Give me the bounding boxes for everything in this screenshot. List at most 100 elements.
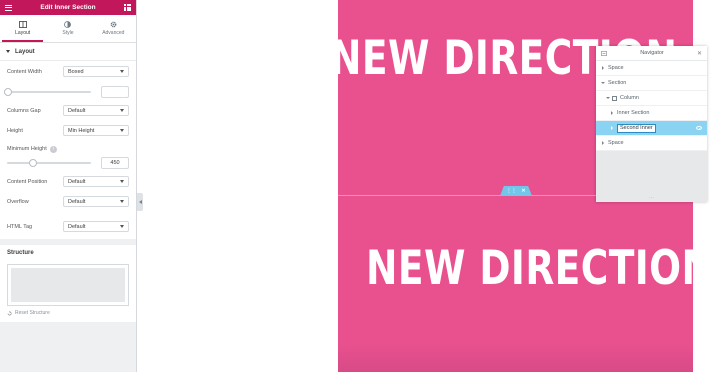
nav-item-column[interactable]: Column bbox=[596, 91, 707, 106]
html-tag-value: Default bbox=[68, 223, 86, 230]
width-slider-handle[interactable] bbox=[4, 87, 12, 96]
section-close-icon[interactable]: ✕ bbox=[521, 188, 525, 194]
content-position-value: Default bbox=[68, 178, 86, 185]
nav-item-inner-section[interactable]: Inner Section bbox=[596, 106, 707, 121]
navigator-tree: Space Section Column Inner Section Secon… bbox=[596, 61, 707, 151]
layout-icon bbox=[18, 21, 27, 28]
layout-section-toggle[interactable]: Layout bbox=[0, 43, 136, 61]
collapse-icon[interactable] bbox=[599, 82, 607, 84]
reset-icon bbox=[7, 310, 12, 315]
headline-bottom[interactable]: NEW DIRECTION bbox=[366, 241, 713, 296]
style-icon bbox=[64, 21, 72, 28]
panel-collapse-handle[interactable] bbox=[137, 193, 143, 211]
nav-item-label: Inner Section bbox=[617, 110, 650, 116]
min-height-slider-handle[interactable] bbox=[29, 158, 37, 167]
columns-gap-value: Default bbox=[68, 107, 86, 114]
min-height-input[interactable]: 450 bbox=[101, 156, 129, 169]
html-tag-label: HTML Tag bbox=[7, 223, 33, 230]
height-label: Height bbox=[7, 127, 23, 134]
min-height-label: Minimum Height bbox=[7, 146, 47, 152]
height-row: Height Min Height bbox=[7, 124, 129, 137]
expand-icon[interactable] bbox=[599, 66, 607, 70]
caret-down-icon bbox=[6, 50, 10, 53]
resize-grip-icon[interactable]: ⋯ bbox=[649, 195, 654, 201]
width-input[interactable] bbox=[101, 85, 129, 98]
reset-structure-label: Reset Structure bbox=[15, 310, 50, 316]
expand-icon[interactable] bbox=[599, 141, 607, 145]
min-height-slider[interactable] bbox=[7, 158, 91, 167]
collapse-icon[interactable] bbox=[604, 97, 612, 99]
gear-icon bbox=[109, 21, 117, 28]
layout-controls: Content Width Boxed Columns Gap Default … bbox=[0, 61, 136, 239]
tab-advanced-label: Advanced bbox=[102, 30, 125, 36]
chevron-down-icon bbox=[120, 180, 124, 183]
tab-layout-label: Layout bbox=[15, 30, 31, 36]
expand-icon[interactable] bbox=[608, 126, 616, 130]
html-tag-row: HTML Tag Default bbox=[7, 220, 129, 233]
eye-icon[interactable] bbox=[696, 126, 702, 130]
min-height-label-row: Minimum Height i bbox=[7, 144, 129, 154]
tab-advanced[interactable]: Advanced bbox=[91, 15, 136, 42]
nav-item-section[interactable]: Section bbox=[596, 76, 707, 91]
overflow-value: Default bbox=[68, 198, 86, 205]
width-slider[interactable] bbox=[4, 87, 91, 96]
panel-title: Edit Inner Section bbox=[40, 4, 96, 11]
section-drag-icon[interactable]: ⋮⋮ bbox=[506, 188, 516, 194]
chevron-down-icon bbox=[120, 225, 124, 228]
column-icon bbox=[612, 95, 617, 101]
canvas-bottom-shade bbox=[338, 345, 693, 372]
overflow-row: Overflow Default bbox=[7, 195, 129, 208]
tab-style[interactable]: Style bbox=[45, 15, 90, 42]
structure-title: Structure bbox=[7, 250, 34, 256]
navigator-panel: Navigator ✕ Space Section Column Inner S… bbox=[596, 46, 707, 202]
structure-preview[interactable] bbox=[7, 264, 129, 306]
panel-tabs: Layout Style Advanced bbox=[0, 15, 136, 43]
navigator-header[interactable]: Navigator ✕ bbox=[596, 46, 707, 61]
structure-preview-column bbox=[11, 268, 125, 302]
chevron-down-icon bbox=[120, 200, 124, 203]
nav-item-label: Column bbox=[620, 95, 639, 101]
nav-item-second-inner[interactable]: Second Inner bbox=[596, 121, 707, 136]
chevron-down-icon bbox=[120, 109, 124, 112]
nav-item-space[interactable]: Space bbox=[596, 61, 707, 76]
editor-panel: Edit Inner Section Layout Style Advanced… bbox=[0, 0, 137, 372]
html-tag-select[interactable]: Default bbox=[63, 221, 129, 232]
nav-item-label: Space bbox=[608, 140, 624, 146]
content-position-select[interactable]: Default bbox=[63, 176, 129, 187]
content-width-select[interactable]: Boxed bbox=[63, 66, 129, 77]
widgets-grid-icon[interactable] bbox=[124, 4, 131, 11]
overflow-select[interactable]: Default bbox=[63, 196, 129, 207]
chevron-down-icon bbox=[120, 70, 124, 73]
content-position-label: Content Position bbox=[7, 178, 48, 185]
content-width-row: Content Width Boxed bbox=[7, 65, 129, 78]
content-width-value: Boxed bbox=[68, 68, 84, 75]
nav-item-rename-input[interactable]: Second Inner bbox=[617, 123, 656, 133]
tab-layout[interactable]: Layout bbox=[0, 15, 45, 42]
content-position-row: Content Position Default bbox=[7, 175, 129, 188]
chevron-left-icon bbox=[138, 200, 142, 204]
overflow-label: Overflow bbox=[7, 198, 29, 205]
info-icon[interactable]: i bbox=[49, 145, 57, 153]
nav-item-space-2[interactable]: Space bbox=[596, 136, 707, 151]
hamburger-menu-icon[interactable] bbox=[5, 4, 12, 11]
width-slider-row bbox=[4, 85, 129, 98]
close-icon[interactable]: ✕ bbox=[697, 50, 702, 57]
content-width-label: Content Width bbox=[7, 68, 42, 75]
columns-gap-row: Columns Gap Default bbox=[7, 104, 129, 117]
panel-header: Edit Inner Section bbox=[0, 0, 136, 15]
expand-icon[interactable] bbox=[608, 111, 616, 115]
navigator-title: Navigator bbox=[640, 50, 664, 56]
columns-gap-select[interactable]: Default bbox=[63, 105, 129, 116]
tab-style-label: Style bbox=[62, 30, 74, 36]
layout-section-title: Layout bbox=[15, 48, 35, 55]
nav-item-label: Space bbox=[608, 65, 624, 71]
chevron-down-icon bbox=[120, 129, 124, 132]
columns-gap-label: Columns Gap bbox=[7, 107, 41, 114]
nav-item-label: Section bbox=[608, 80, 627, 86]
min-height-slider-row: 450 bbox=[7, 156, 129, 169]
section-handle[interactable]: ⋮⋮ ✕ bbox=[500, 186, 532, 196]
structure-section: Structure Reset Structure bbox=[0, 245, 136, 322]
reset-structure-link[interactable]: Reset Structure bbox=[7, 310, 129, 316]
height-select[interactable]: Min Height bbox=[63, 125, 129, 136]
height-value: Min Height bbox=[68, 127, 95, 134]
